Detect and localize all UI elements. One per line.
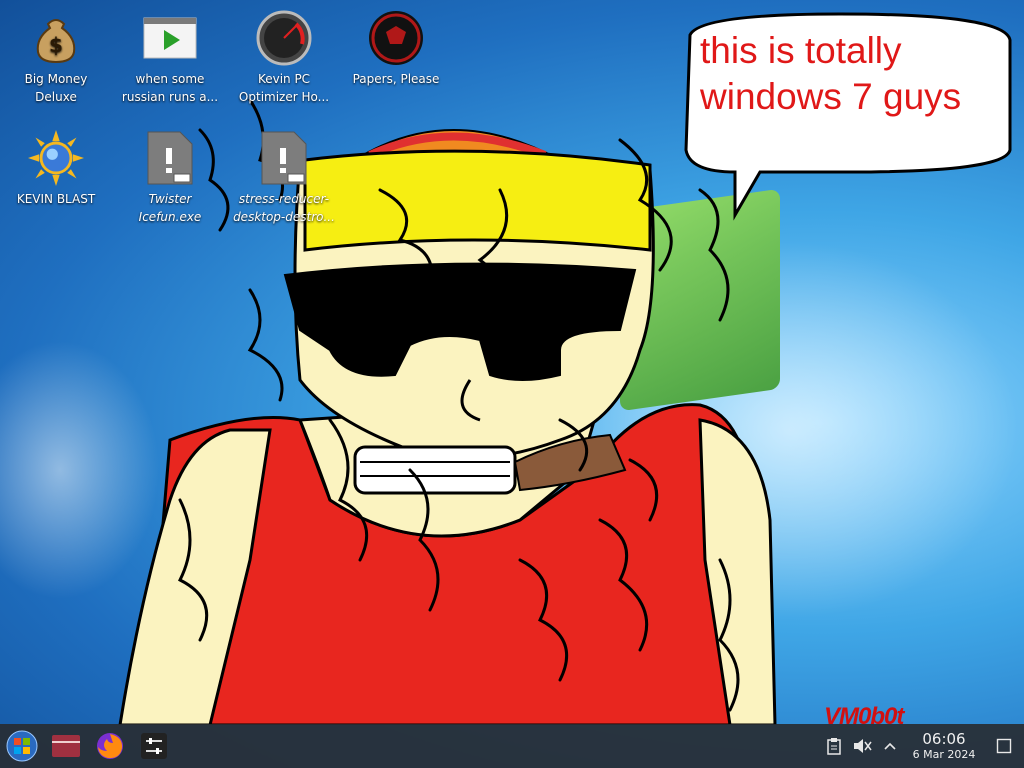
tray-expand-button[interactable] xyxy=(876,724,904,768)
speech-bubble-text: this is totally windows 7 guys xyxy=(700,30,962,117)
taskbar-firefox-button[interactable] xyxy=(88,724,132,768)
clipboard-icon xyxy=(827,738,841,755)
desktop-icon-big-money-deluxe[interactable]: $ Big Money Deluxe xyxy=(1,0,111,106)
cap-band xyxy=(303,149,652,252)
taskbar-clock[interactable]: 06:06 6 Mar 2024 xyxy=(904,730,984,762)
desktop-icon-label: KEVIN BLAST xyxy=(16,192,96,206)
desktop-icon-kevin-pc-optimizer[interactable]: Kevin PC Optimizer Ho... xyxy=(229,0,339,106)
desktop-icon-twister-icefun[interactable]: Twister Icefun.exe xyxy=(115,120,225,226)
start-orb-icon xyxy=(6,730,38,762)
clock-date: 6 Mar 2024 xyxy=(912,748,976,761)
papers-please-emblem-icon xyxy=(368,10,424,66)
volume-tray-button[interactable] xyxy=(848,724,876,768)
sun-globe-icon xyxy=(28,130,84,186)
desktop-icon-russian-video[interactable]: when some russian runs a... xyxy=(115,0,225,106)
mixer-icon xyxy=(141,733,167,759)
desktop-icon-label: Kevin PC Optimizer Ho... xyxy=(238,72,330,104)
desktop-icon-label: Big Money Deluxe xyxy=(24,72,88,104)
desktop-icon-label: when some russian runs a... xyxy=(121,72,219,104)
speedometer-icon xyxy=(256,10,312,66)
chevron-up-icon xyxy=(884,742,896,750)
executable-icon xyxy=(256,130,312,186)
desktop-icon-label: Papers, Please xyxy=(352,72,440,86)
executable-icon xyxy=(142,130,198,186)
taskbar: 06:06 6 Mar 2024 xyxy=(0,724,1024,768)
volume-muted-icon xyxy=(854,739,872,753)
teeth xyxy=(353,445,517,495)
taskbar-mixer-button[interactable] xyxy=(132,724,176,768)
clipboard-tray-button[interactable] xyxy=(820,724,848,768)
desktop-icon-label: stress-reducer-desktop-destro... xyxy=(233,192,335,224)
show-desktop-icon xyxy=(996,738,1012,754)
firefox-icon xyxy=(97,733,123,759)
start-orb-button[interactable] xyxy=(0,724,44,768)
video-player-icon xyxy=(142,10,198,66)
money-bag-icon: $ xyxy=(28,10,84,66)
desktop-icon-stress-reducer[interactable]: stress-reducer-desktop-destro... xyxy=(229,120,339,226)
desktop-icon-kevin-blast[interactable]: KEVIN BLAST xyxy=(1,120,111,208)
desktop-icon-label: Twister Icefun.exe xyxy=(138,192,202,224)
clock-time: 06:06 xyxy=(922,730,966,748)
svg-text:$: $ xyxy=(49,33,63,57)
taskbar-task-area xyxy=(176,724,820,768)
show-desktop-button[interactable] xyxy=(984,724,1024,768)
desktop-icon-papers-please[interactable]: Papers, Please xyxy=(341,0,451,88)
file-manager-icon xyxy=(52,735,80,757)
taskbar-file-manager-button[interactable] xyxy=(44,724,88,768)
